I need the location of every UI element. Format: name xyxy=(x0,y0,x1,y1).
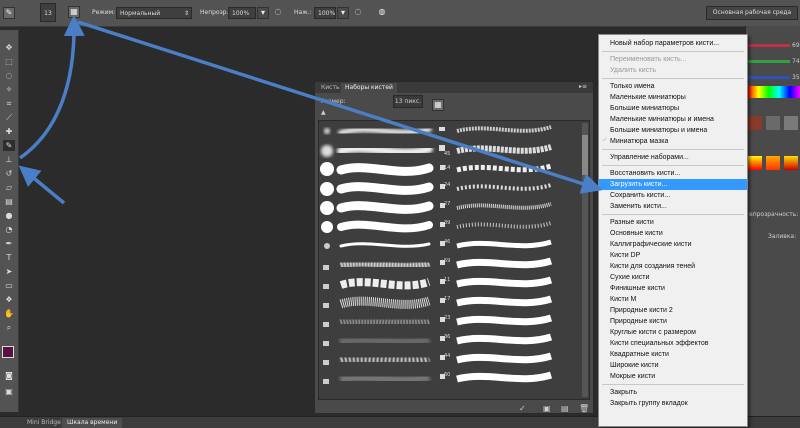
arrow-to-brush-tool xyxy=(18,165,66,205)
annotation-arrows xyxy=(18,15,603,205)
arrow-curve xyxy=(18,15,85,160)
arrow-to-menu-item xyxy=(77,20,603,194)
